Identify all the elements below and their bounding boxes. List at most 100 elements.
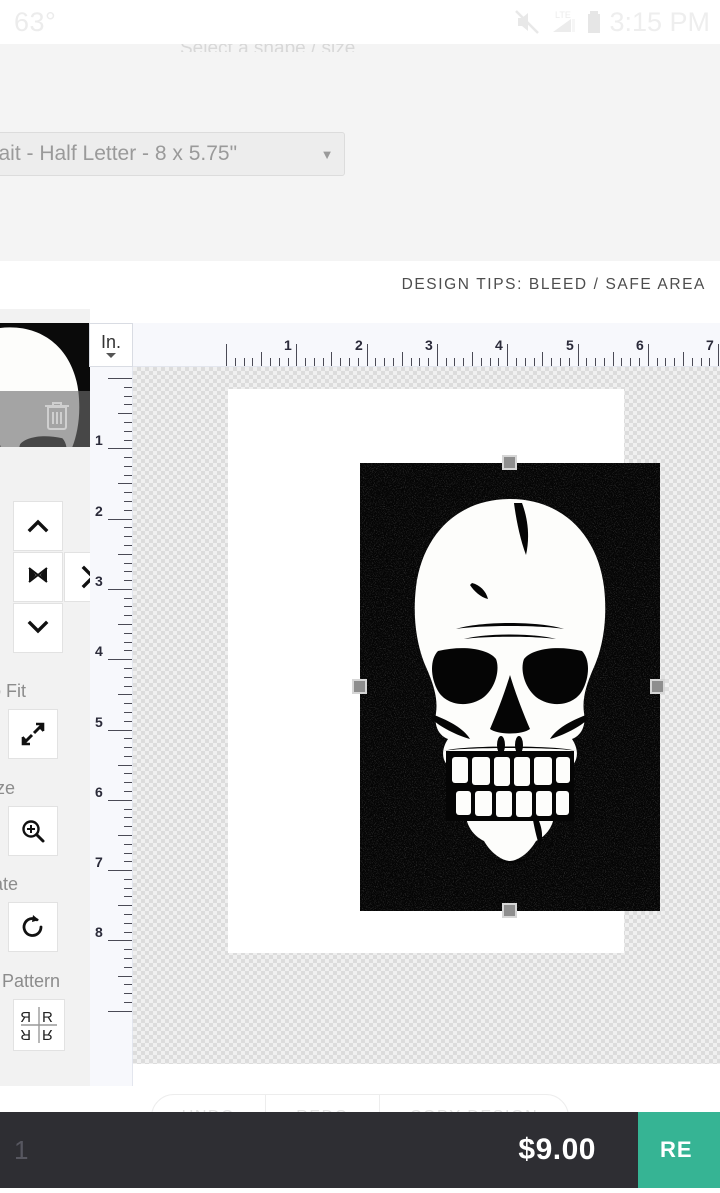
tool-resize-label: ize xyxy=(0,778,16,798)
ruler-tick xyxy=(124,712,132,713)
ruler-tick xyxy=(595,358,596,366)
ruler-tick xyxy=(124,756,132,757)
ruler-tick xyxy=(124,967,132,968)
ruler-tick xyxy=(124,422,132,423)
paper-sheet[interactable] xyxy=(228,389,665,953)
ruler-number: 5 xyxy=(566,337,574,353)
ruler-tick xyxy=(108,519,132,520)
ruler-tick xyxy=(349,358,350,366)
ruler-tick xyxy=(516,358,517,366)
ruler-tick xyxy=(124,984,132,985)
nudge-center-button[interactable] xyxy=(13,552,63,602)
nudge-right-button[interactable] xyxy=(64,552,90,602)
mirror-pattern-icon: R R R R xyxy=(20,1007,57,1043)
chevron-up-icon xyxy=(27,519,49,533)
skull-artwork-thumbnail[interactable] xyxy=(0,323,90,447)
ruler-tick xyxy=(472,352,473,366)
horizontal-ruler[interactable]: 1 2 3 4 5 6 7 xyxy=(133,323,720,367)
ruler-tick xyxy=(124,1002,132,1003)
ruler-number: 7 xyxy=(95,854,103,870)
ruler-tick xyxy=(525,358,526,366)
ruler-tick xyxy=(604,358,605,366)
ruler-tick xyxy=(261,352,262,366)
ruler-tick xyxy=(235,358,236,366)
ruler-number: 1 xyxy=(95,432,103,448)
ruler-tick xyxy=(340,358,341,366)
ruler-tick xyxy=(124,888,132,889)
ruler-tick xyxy=(375,358,376,366)
mirror-pattern-button[interactable]: R R R R xyxy=(13,999,65,1051)
ruler-tick xyxy=(124,809,132,810)
ruler-tick xyxy=(578,344,579,366)
ruler-tick xyxy=(108,659,132,660)
zoom-in-icon xyxy=(22,820,45,843)
quantity-field[interactable]: 1 xyxy=(0,1112,120,1188)
ruler-tick xyxy=(683,352,684,366)
screen-bottom-edge xyxy=(0,1188,720,1193)
ruler-tick xyxy=(124,791,132,792)
shape-size-panel: Select a shape / size e: ortrait - Half … xyxy=(0,44,720,261)
tool-mirror-pattern: s Pattern R R R R xyxy=(0,971,90,1061)
trash-icon[interactable] xyxy=(42,398,72,435)
ruler-tick xyxy=(124,650,132,651)
ruler-tick xyxy=(393,358,394,366)
ruler-tick xyxy=(124,853,132,854)
ruler-tick xyxy=(124,782,132,783)
rotate-button[interactable] xyxy=(8,902,58,952)
ruler-tick xyxy=(124,817,132,818)
ruler-tick xyxy=(108,940,132,941)
status-bar: 63° LTE 3:15 PM xyxy=(0,0,720,44)
vertical-ruler[interactable]: 1 2 3 4 5 6 7 8 xyxy=(89,367,133,1086)
chevron-down-icon xyxy=(27,620,49,634)
svg-text:R: R xyxy=(20,1009,31,1026)
selection-handle-top-center[interactable] xyxy=(502,455,517,470)
ruler-tick xyxy=(718,344,719,366)
ruler-tick xyxy=(124,668,132,669)
nudge-up-button[interactable] xyxy=(13,501,63,551)
ruler-number: 6 xyxy=(95,784,103,800)
order-bar: 1 $9.00 RE xyxy=(0,1112,720,1188)
ruler-number: 7 xyxy=(706,337,714,353)
ruler-tick xyxy=(124,879,132,880)
scale-to-fit-button[interactable] xyxy=(8,709,58,759)
shape-size-select-value: ortrait - Half Letter - 8 x 5.75" xyxy=(0,142,238,165)
skull-graphic[interactable] xyxy=(360,463,660,911)
ruler-tick xyxy=(709,358,710,366)
ruler-tick xyxy=(252,358,253,366)
ruler-tick xyxy=(454,358,455,366)
ruler-tick xyxy=(630,358,631,366)
ruler-tick xyxy=(124,510,132,511)
ruler-tick xyxy=(124,844,132,845)
chevron-right-icon xyxy=(81,565,90,589)
ruler-tick xyxy=(124,914,132,915)
ruler-tick xyxy=(551,358,552,366)
review-button[interactable]: RE xyxy=(638,1112,720,1188)
svg-text:R: R xyxy=(20,1026,31,1043)
selection-handle-middle-right[interactable] xyxy=(650,679,665,694)
shape-size-select[interactable]: ortrait - Half Letter - 8 x 5.75" ▼ xyxy=(0,132,345,176)
selection-handle-bottom-center[interactable] xyxy=(502,903,517,918)
ruler-tick xyxy=(124,396,132,397)
ruler-tick xyxy=(124,958,132,959)
ruler-tick xyxy=(124,861,132,862)
design-tips-link[interactable]: DESIGN TIPS: BLEED / SAFE AREA xyxy=(402,276,720,294)
ruler-tick xyxy=(665,358,666,366)
ruler-tick xyxy=(124,642,132,643)
ruler-tick xyxy=(118,765,132,766)
ruler-tick xyxy=(279,358,280,366)
design-canvas[interactable] xyxy=(133,367,720,1086)
nudge-down-button[interactable] xyxy=(13,603,63,653)
ruler-tick xyxy=(124,703,132,704)
ruler-tick xyxy=(124,475,132,476)
selection-handle-middle-left[interactable] xyxy=(352,679,367,694)
ruler-tick xyxy=(108,448,132,449)
ruler-tick xyxy=(226,344,227,366)
ruler-tick xyxy=(498,358,499,366)
ruler-unit-selector[interactable]: In. xyxy=(89,323,133,367)
ruler-tick xyxy=(358,358,359,366)
ruler-tick xyxy=(124,404,132,405)
resize-button[interactable] xyxy=(8,806,58,856)
ruler-tick xyxy=(124,738,132,739)
ruler-tick xyxy=(463,358,464,366)
ruler-tick xyxy=(367,344,368,366)
